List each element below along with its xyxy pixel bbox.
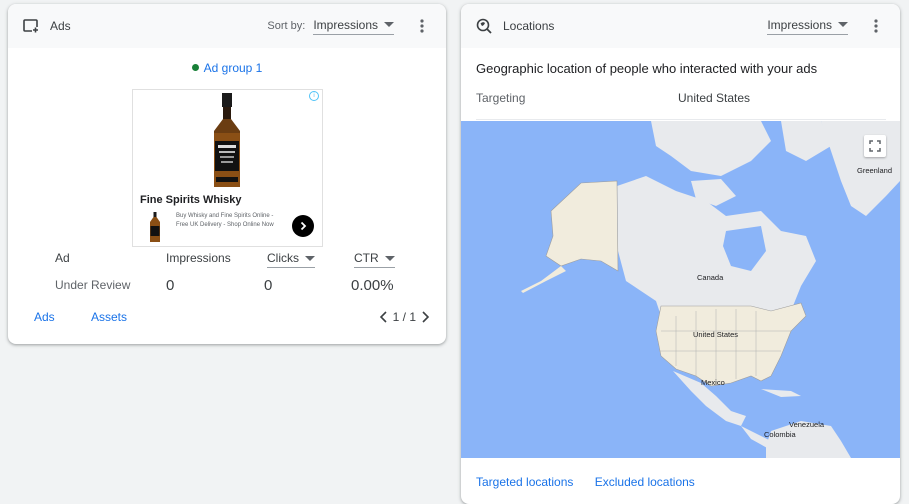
- pager: 1 / 1: [379, 310, 430, 324]
- ad-preview[interactable]: i Fine Spirits Whisky Buy Whisky and Fin…: [132, 89, 323, 247]
- dropdown-caret-icon: [838, 22, 848, 27]
- map-label-canada: Canada: [697, 273, 724, 282]
- chevron-right-icon[interactable]: [420, 311, 430, 323]
- column-header-impressions: Impressions: [166, 251, 231, 265]
- chevron-left-icon[interactable]: [379, 311, 389, 323]
- location-search-icon: [475, 17, 493, 35]
- locations-heading: Geographic location of people who intera…: [476, 61, 818, 76]
- dropdown-caret-icon: [305, 255, 315, 261]
- impressions-value: 0: [166, 277, 175, 294]
- dropdown-caret-icon: [384, 255, 395, 261]
- ad-group-link[interactable]: Ad group 1: [8, 61, 446, 75]
- locations-card-title: Locations: [503, 19, 555, 33]
- clicks-value: 0: [264, 277, 273, 294]
- ctr-label: CTR: [354, 251, 379, 265]
- ad-preview-description: Buy Whisky and Fine Spirits Online - Fre…: [176, 213, 274, 228]
- ad-choices-icon: i: [309, 91, 319, 101]
- more-options-icon[interactable]: [412, 16, 432, 36]
- locations-metric-value: Impressions: [767, 17, 832, 32]
- ads-card-footer: Ads Assets 1 / 1: [8, 310, 446, 330]
- ads-link[interactable]: Ads: [34, 310, 55, 324]
- targeted-locations-link[interactable]: Targeted locations: [476, 475, 573, 489]
- pager-text: 1 / 1: [392, 310, 416, 324]
- locations-card: Locations Impressions Geographic locatio…: [461, 4, 900, 504]
- ctr-value: 0.00%: [351, 277, 394, 294]
- clicks-label: Clicks: [267, 251, 299, 265]
- ads-card-title: Ads: [50, 19, 71, 33]
- targeting-value: United States: [678, 91, 751, 105]
- map-label-usa: United States: [693, 330, 739, 339]
- assets-link[interactable]: Assets: [91, 310, 127, 324]
- chevron-right-icon[interactable]: [292, 215, 314, 237]
- column-header-clicks[interactable]: Clicks: [267, 251, 315, 268]
- sort-by-label: Sort by:: [267, 20, 306, 32]
- fullscreen-icon[interactable]: [864, 135, 886, 157]
- map-label-mexico: Mexico: [701, 378, 725, 387]
- excluded-locations-link[interactable]: Excluded locations: [595, 475, 695, 489]
- targeting-row: Targeting United States: [476, 91, 886, 120]
- targeting-label: Targeting: [476, 91, 526, 105]
- whisky-bottle-thumbnail: [150, 212, 160, 242]
- map-label-colombia: Colombia: [764, 430, 796, 439]
- column-header-ad: Ad: [55, 251, 70, 265]
- ad-status: Under Review: [55, 278, 131, 292]
- locations-map[interactable]: Greenland Canada United States Mexico Ve…: [461, 121, 900, 458]
- locations-card-header: Locations Impressions: [461, 4, 900, 48]
- more-options-icon[interactable]: [866, 16, 886, 36]
- ads-card: Ads Sort by: Impressions Ad group 1 i Fi: [8, 4, 446, 344]
- locations-card-footer: Targeted locations Excluded locations: [476, 475, 713, 489]
- ad-preview-title: Fine Spirits Whisky: [140, 194, 242, 206]
- whisky-bottle-image: [214, 93, 240, 187]
- map-label-greenland: Greenland: [857, 166, 893, 175]
- north-america-map: [521, 121, 900, 458]
- column-header-ctr[interactable]: CTR: [354, 251, 395, 268]
- map-label-venezuela: Venezuela: [789, 420, 825, 429]
- sort-by-dropdown[interactable]: Impressions: [313, 18, 394, 35]
- sort-by-value: Impressions: [313, 17, 378, 32]
- status-dot-icon: [191, 64, 199, 72]
- add-to-queue-icon: [22, 17, 40, 35]
- dropdown-caret-icon: [384, 22, 394, 27]
- locations-metric-dropdown[interactable]: Impressions: [767, 18, 848, 35]
- ad-group-name: Ad group 1: [203, 61, 263, 75]
- ads-card-header: Ads Sort by: Impressions: [8, 4, 446, 48]
